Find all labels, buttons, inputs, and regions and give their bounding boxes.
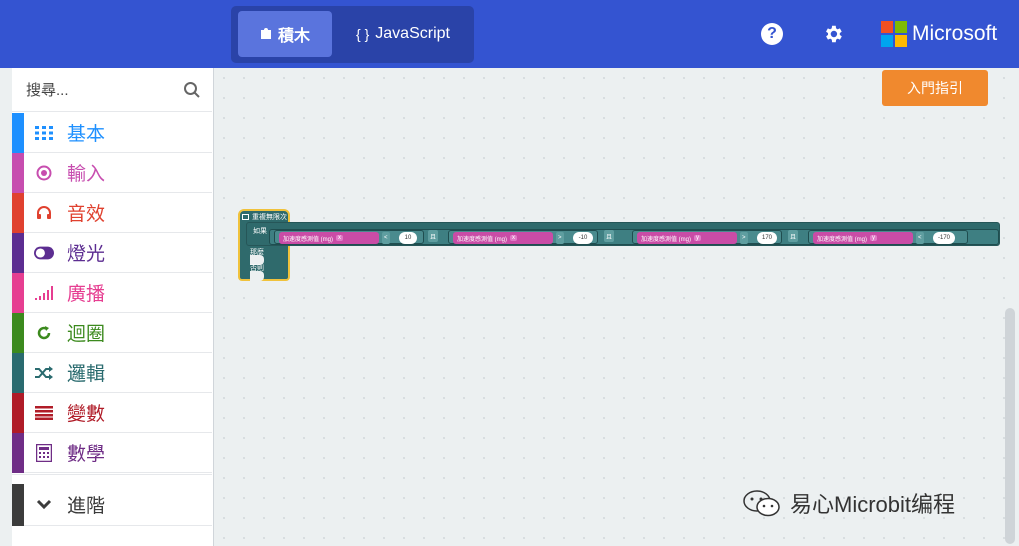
and-operator[interactable]: 且 [788, 230, 799, 242]
refresh-icon [34, 323, 54, 343]
workspace-scrollbar[interactable] [1005, 308, 1015, 544]
compare-operator[interactable]: < [382, 232, 390, 244]
loop-icon [242, 214, 249, 220]
chevron-down-icon [34, 495, 54, 515]
number-input[interactable]: 170 [757, 232, 777, 244]
category-label: 數學 [67, 444, 106, 465]
category-led[interactable]: 燈光 [12, 233, 212, 273]
compare-block[interactable]: 加速度感測值 (mg) y < -170 [808, 230, 968, 244]
category-label: 邏輯 [67, 364, 106, 385]
microsoft-logo[interactable]: Microsoft [881, 21, 997, 47]
getting-started-button[interactable]: 入門指引 [882, 70, 988, 106]
category-label: 基本 [67, 124, 106, 145]
search-icon[interactable] [183, 81, 201, 99]
calculator-icon [34, 443, 54, 463]
watermark: 易心Microbit编程 [742, 487, 955, 519]
compare-operator[interactable]: > [740, 232, 748, 244]
toggle-icon [34, 243, 54, 263]
signal-icon [34, 283, 54, 303]
category-math[interactable]: 數學 [12, 433, 212, 473]
compare-block[interactable]: 加速度感測值 (mg) x > -10 [448, 230, 598, 244]
headphones-icon [34, 203, 54, 223]
compare-operator[interactable]: < [916, 232, 924, 244]
category-variables[interactable]: 變數 [12, 393, 212, 433]
toolbox: 基本 輸入 音效 燈光 廣播 迴圈 [12, 68, 214, 546]
number-input[interactable]: -10 [573, 232, 593, 244]
question-mark-icon: ? [761, 23, 783, 45]
wechat-icon [743, 490, 780, 517]
category-label: 進階 [67, 496, 106, 517]
compare-block[interactable]: 加速度感測值 (mg) y > 170 [632, 230, 782, 244]
puzzle-icon [260, 26, 272, 43]
radio-icon [34, 163, 54, 183]
blocks-workspace[interactable]: 入門指引 重複無限次 那麼 否則 如果 加速度感測值 (mg) x < 10 且 [214, 68, 1019, 546]
compare-block[interactable]: 加速度感測值 (mg) x < 10 [274, 230, 424, 244]
category-input[interactable]: 輸入 [12, 153, 212, 193]
settings-button[interactable] [821, 22, 845, 46]
if-label: 如果 [253, 228, 267, 235]
shuffle-icon [34, 363, 54, 383]
watermark-text: 易心Microbit编程 [790, 492, 956, 517]
list-icon [34, 403, 54, 423]
grid-icon [34, 123, 54, 143]
microsoft-brand: Microsoft [912, 22, 998, 45]
category-radio[interactable]: 廣播 [12, 273, 212, 313]
and-operator[interactable]: 且 [428, 230, 439, 242]
category-label: 變數 [67, 404, 106, 425]
category-label: 輸入 [67, 164, 106, 185]
and-block[interactable]: 加速度感測值 (mg) x < 10 且 加速度感測值 (mg) x > -10… [269, 229, 999, 245]
acceleration-reporter[interactable]: 加速度感測值 (mg) y [637, 232, 737, 244]
acceleration-reporter[interactable]: 加速度感測值 (mg) x [453, 232, 553, 244]
category-advanced[interactable]: 進階 [12, 484, 212, 526]
toolbox-divider [12, 474, 212, 478]
category-label: 燈光 [67, 244, 106, 265]
blocks-tab[interactable]: 積木 [238, 11, 332, 57]
compare-operator[interactable]: > [556, 232, 564, 244]
help-button[interactable]: ? [760, 22, 784, 46]
or-operator[interactable]: 且 [604, 230, 615, 242]
number-input[interactable]: -170 [933, 232, 955, 244]
category-label: 迴圈 [67, 324, 106, 345]
category-basic[interactable]: 基本 [12, 113, 212, 153]
javascript-tab-label: JavaScript [375, 25, 450, 42]
braces-icon: { } [356, 26, 370, 42]
number-input[interactable]: 10 [399, 232, 417, 244]
toolbox-search [12, 68, 212, 112]
editor-mode-toggle: 積木 { } JavaScript [231, 6, 474, 63]
category-label: 音效 [67, 204, 106, 225]
category-music[interactable]: 音效 [12, 193, 212, 233]
category-label: 廣播 [67, 284, 106, 305]
blocks-tab-label: 積木 [277, 28, 310, 45]
category-logic[interactable]: 邏輯 [12, 353, 212, 393]
forever-label: 重複無限次 [252, 214, 287, 221]
acceleration-reporter[interactable]: 加速度感測值 (mg) y [813, 232, 913, 244]
microsoft-grid-icon [881, 21, 907, 47]
top-bar: 積木 { } JavaScript ? Microsoft [0, 0, 1019, 68]
gear-icon [826, 25, 842, 43]
if-block[interactable]: 如果 加速度感測值 (mg) x < 10 且 加速度感測值 (mg) x > … [246, 222, 1000, 246]
search-input[interactable] [26, 78, 176, 102]
category-loops[interactable]: 迴圈 [12, 313, 212, 353]
javascript-tab[interactable]: { } JavaScript [339, 11, 467, 57]
acceleration-reporter[interactable]: 加速度感測值 (mg) x [279, 232, 379, 244]
